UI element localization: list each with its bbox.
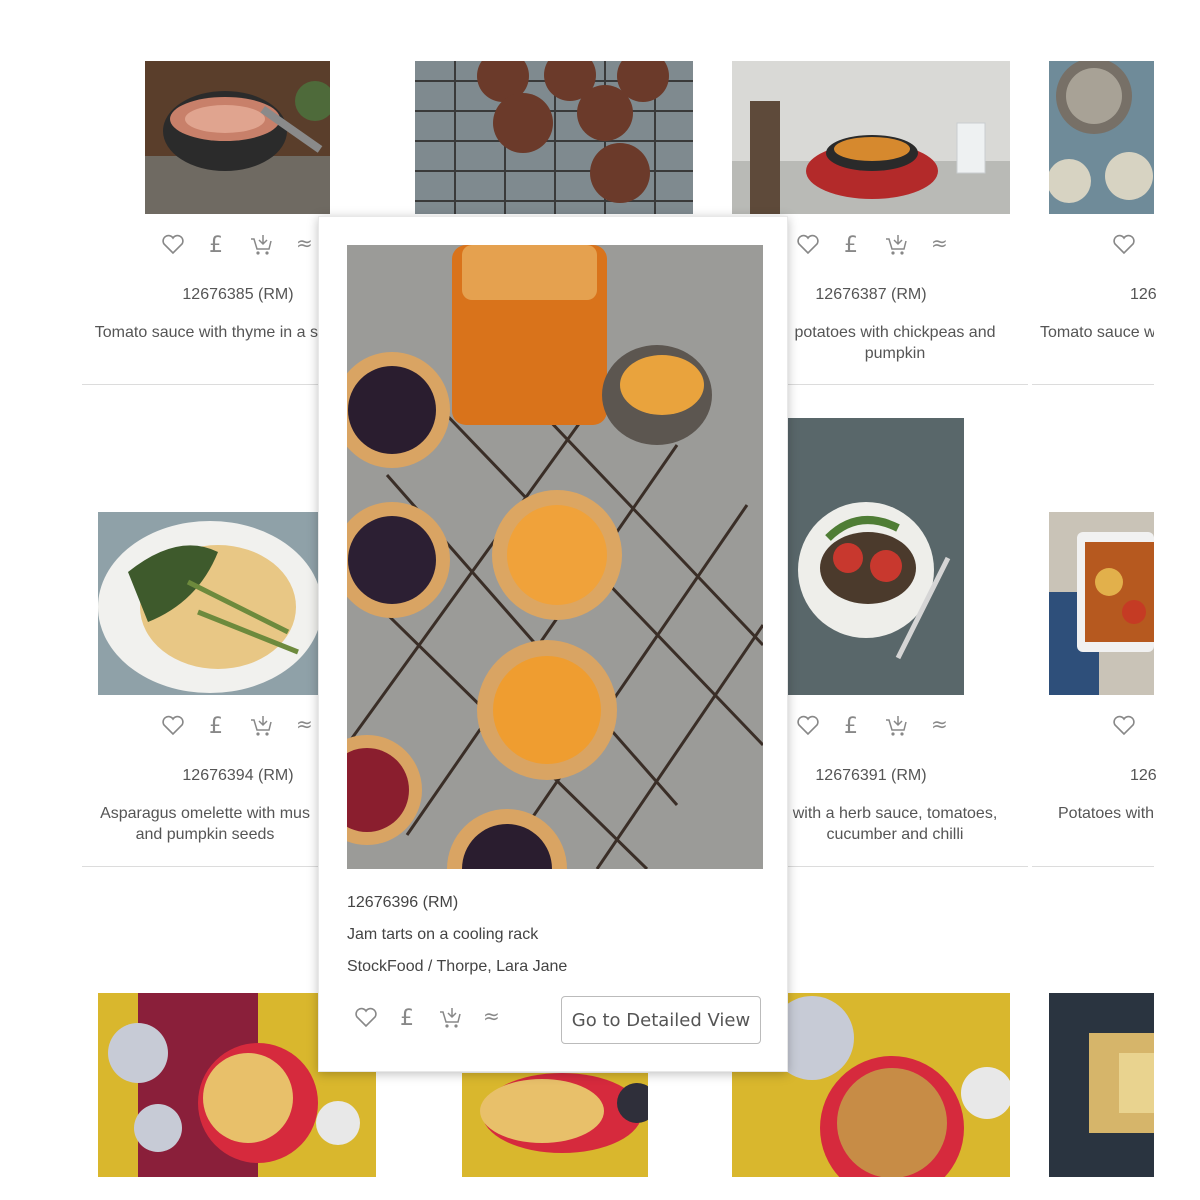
image-title[interactable]: Asparagus omelette with mus and pumpkin … (92, 803, 318, 845)
cart-icon[interactable] (248, 712, 274, 738)
go-to-detailed-view-button[interactable]: Go to Detailed View (561, 996, 761, 1044)
pound-icon[interactable]: £ (395, 1004, 421, 1030)
heart-icon[interactable] (353, 1004, 379, 1030)
cell-actions: £ ≈ (795, 231, 953, 257)
thumb-tomato-sauce-2[interactable] (1049, 61, 1154, 214)
cart-icon[interactable] (248, 231, 274, 257)
thumb-chickpea-pan[interactable] (732, 61, 1010, 214)
row-divider (788, 866, 1028, 867)
thumb-asparagus-omelette[interactable] (98, 512, 318, 695)
svg-text:≈: ≈ (931, 231, 948, 255)
row-divider (82, 866, 318, 867)
similar-icon[interactable]: ≈ (927, 712, 953, 738)
preview-image-title: Jam tarts on a cooling rack (347, 926, 539, 943)
preview-image-credit: StockFood / Thorpe, Lara Jane (347, 958, 568, 975)
heart-icon[interactable] (1111, 712, 1137, 738)
hover-preview-card: 12676396 (RM) Jam tarts on a cooling rac… (318, 216, 788, 1072)
preview-actions: £ ≈ (353, 1004, 505, 1030)
cell-actions: £ ≈ (795, 712, 953, 738)
thumb-tomato-sauce[interactable] (145, 61, 330, 214)
cart-icon[interactable] (883, 231, 909, 257)
thumb-chocolate-cookies[interactable] (415, 61, 693, 214)
preview-image-jam-tarts[interactable] (347, 245, 763, 869)
thumb-tart-tray[interactable] (1049, 993, 1154, 1177)
pound-icon[interactable]: £ (839, 712, 865, 738)
image-title[interactable]: Potatoes with (1058, 803, 1154, 824)
preview-image-id: 12676396 (RM) (347, 894, 459, 911)
svg-text:£: £ (209, 714, 223, 738)
heart-icon[interactable] (160, 231, 186, 257)
row-divider (1032, 384, 1154, 385)
svg-text:≈: ≈ (296, 712, 313, 736)
heart-icon[interactable] (795, 231, 821, 257)
row-divider (82, 384, 318, 385)
image-title[interactable]: Tomato sauce with thyme in a s (82, 322, 318, 343)
heart-icon[interactable] (1111, 231, 1137, 257)
heart-icon[interactable] (795, 712, 821, 738)
image-title[interactable]: potatoes with chickpeas and pumpkin (780, 322, 1010, 364)
pound-icon[interactable]: £ (204, 231, 230, 257)
similar-icon[interactable]: ≈ (927, 231, 953, 257)
cell-actions: £ ≈ (160, 712, 318, 738)
svg-text:£: £ (844, 714, 858, 738)
image-title[interactable]: with a herb sauce, tomatoes, cucumber an… (780, 803, 1010, 845)
thumb-potatoes-dish[interactable] (1049, 512, 1154, 695)
similar-icon[interactable]: ≈ (292, 712, 318, 738)
thumb-herb-sauce[interactable] (788, 418, 964, 695)
cell-actions (1111, 231, 1137, 257)
cart-icon[interactable] (437, 1004, 463, 1030)
svg-text:≈: ≈ (931, 712, 948, 736)
cell-actions: £ ≈ (160, 231, 318, 257)
cell-actions (1111, 712, 1137, 738)
image-title[interactable]: Tomato sauce w (1040, 322, 1154, 343)
heart-icon[interactable] (160, 712, 186, 738)
svg-text:≈: ≈ (483, 1004, 500, 1028)
svg-text:≈: ≈ (296, 231, 313, 255)
image-id: 126 (1130, 286, 1157, 303)
similar-icon[interactable]: ≈ (479, 1004, 505, 1030)
pound-icon[interactable]: £ (204, 712, 230, 738)
image-id: 126 (1130, 767, 1157, 784)
row-divider (788, 384, 1028, 385)
row-divider (1032, 866, 1154, 867)
thumb-tacos-2[interactable] (462, 1073, 648, 1177)
similar-icon[interactable]: ≈ (292, 231, 318, 257)
pound-icon[interactable]: £ (839, 231, 865, 257)
svg-text:£: £ (209, 233, 223, 257)
cart-icon[interactable] (883, 712, 909, 738)
svg-text:£: £ (400, 1006, 414, 1030)
svg-text:£: £ (844, 233, 858, 257)
